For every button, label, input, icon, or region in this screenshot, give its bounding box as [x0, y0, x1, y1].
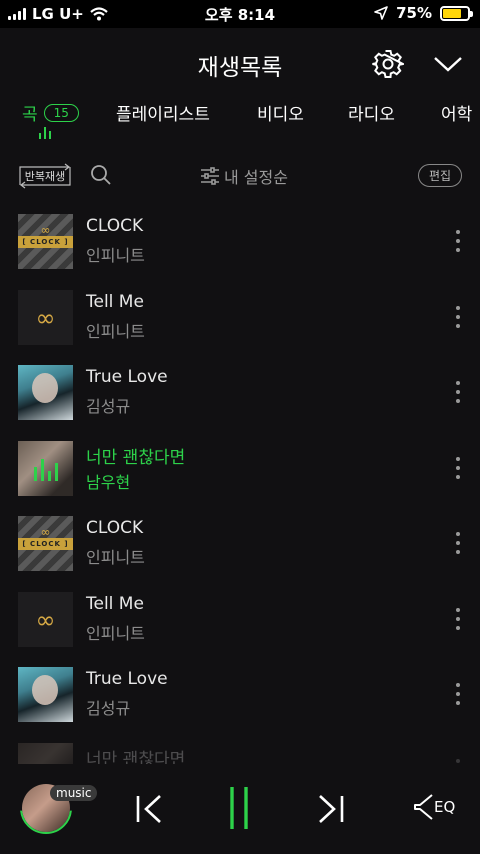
previous-icon[interactable]: [134, 794, 164, 824]
infinity-logo-icon: ∞: [35, 303, 56, 332]
list-toolbar: 반복재생 내 설정순 편집: [0, 158, 480, 194]
list-item[interactable]: 너만 괜찮다면남우현: [0, 431, 480, 507]
list-item[interactable]: ∞ Tell Me 인피니트: [0, 582, 480, 658]
tab-radio[interactable]: 라디오: [348, 100, 395, 125]
playlist-screen: 재생목록 곡 15 플레이리스트 비디오 라디오 어학 반복재생 내 설정순 편…: [0, 28, 480, 854]
song-artist: 인피니트: [86, 623, 145, 643]
more-options-icon[interactable]: [454, 230, 462, 252]
song-artist: 남우현: [86, 472, 131, 492]
album-art: [18, 365, 73, 420]
category-tabs: 곡 15 플레이리스트 비디오 라디오 어학: [0, 98, 480, 150]
song-title: True Love: [86, 669, 168, 689]
song-title: True Love: [86, 367, 168, 387]
repeat-button[interactable]: 반복재생: [16, 161, 74, 191]
sliders-icon: [201, 167, 219, 185]
speaker-icon: [414, 794, 433, 820]
header: 재생목록: [0, 28, 480, 98]
album-art: ∞[ CLOCK ]: [18, 214, 73, 269]
more-options-icon[interactable]: [454, 607, 462, 630]
list-item[interactable]: True Love 김성규: [0, 657, 480, 733]
song-artist: 인피니트: [86, 548, 145, 567]
eq-button[interactable]: EQ: [412, 792, 455, 822]
list-item[interactable]: True Love 김성규: [0, 355, 480, 431]
now-playing-indicator-icon: [39, 126, 51, 139]
list-item[interactable]: 너만 괜찮다면남우현: [0, 733, 480, 765]
album-art: ∞: [18, 289, 73, 345]
album-art: [18, 667, 73, 722]
repeat-label: 반복재생: [24, 170, 66, 183]
location-icon: [374, 6, 388, 20]
tab-videos[interactable]: 비디오: [257, 100, 304, 125]
song-title: 너만 괜찮다면: [86, 749, 186, 765]
tab-label: 곡: [22, 105, 38, 125]
search-icon[interactable]: [90, 164, 112, 186]
battery-percent: 75%: [396, 4, 432, 22]
tab-playlists[interactable]: 플레이리스트: [116, 100, 210, 125]
song-artist: 김성규: [86, 397, 131, 416]
tab-songs[interactable]: 곡 15: [22, 100, 79, 125]
song-title: Tell Me: [86, 291, 144, 312]
more-options-icon[interactable]: [454, 456, 462, 479]
song-list[interactable]: ∞[ CLOCK ] CLOCK 인피니트 ∞ Tell Me 인피니트 True Love…: [0, 204, 480, 764]
sort-label: 내 설정순: [224, 168, 288, 187]
battery-icon: [440, 5, 473, 21]
song-count-badge: 15: [43, 103, 79, 122]
list-item[interactable]: ∞ Tell Me 인피니트: [0, 280, 480, 356]
eq-label: EQ: [434, 798, 456, 816]
status-bar: LG U+ 오후 8:14 75%: [0, 0, 480, 28]
list-item[interactable]: ∞[ CLOCK ] CLOCK 인피니트: [0, 506, 480, 582]
page-title: 재생목록: [197, 55, 283, 81]
tab-language[interactable]: 어학: [441, 100, 472, 125]
album-art: ∞: [18, 591, 73, 647]
infinity-logo-icon: ∞: [35, 605, 56, 634]
song-title: CLOCK: [86, 518, 144, 538]
song-artist: 김성규: [86, 699, 131, 718]
mini-player: music EQ: [0, 764, 480, 854]
album-art: [18, 742, 73, 764]
music-tag: music: [50, 785, 98, 801]
song-title: 너만 괜찮다면: [86, 447, 186, 468]
sort-button[interactable]: 내 설정순: [200, 164, 288, 188]
song-artist: 인피니트: [86, 321, 145, 341]
list-item[interactable]: ∞[ CLOCK ] CLOCK 인피니트: [0, 204, 480, 280]
album-art: ∞[ CLOCK ]: [18, 516, 73, 571]
song-title: Tell Me: [86, 593, 144, 614]
song-artist: 인피니트: [86, 246, 145, 265]
now-playing-icon: [34, 458, 58, 481]
album-art: [18, 440, 73, 496]
gear-icon[interactable]: [372, 48, 404, 80]
song-title: CLOCK: [86, 216, 144, 236]
more-options-icon[interactable]: [454, 305, 462, 328]
next-icon[interactable]: [316, 794, 346, 824]
more-options-icon[interactable]: [454, 683, 462, 705]
pause-icon[interactable]: [228, 786, 250, 830]
chevron-down-icon[interactable]: [432, 52, 464, 76]
more-options-icon[interactable]: [454, 381, 462, 403]
more-options-icon[interactable]: [454, 532, 462, 554]
edit-button[interactable]: 편집: [418, 164, 463, 187]
